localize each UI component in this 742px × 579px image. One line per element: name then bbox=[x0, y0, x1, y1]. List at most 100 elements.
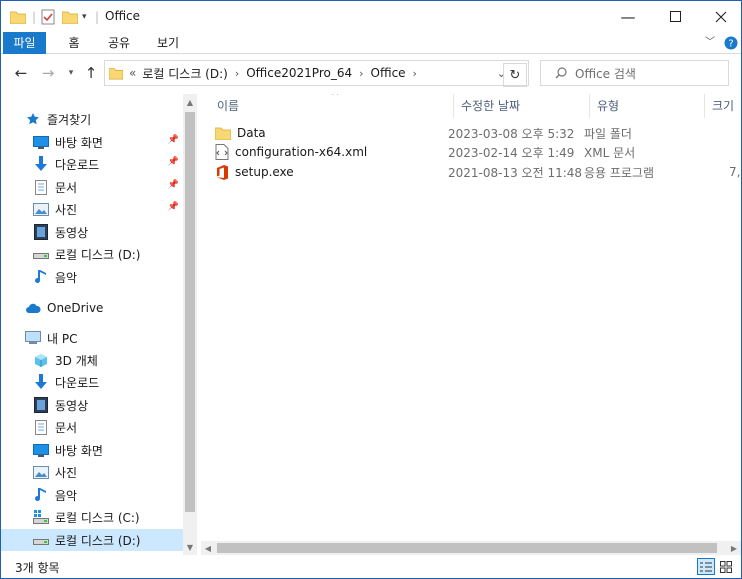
separator: | bbox=[95, 10, 100, 24]
file-name-cell[interactable]: configuration-x64.xml bbox=[215, 144, 367, 160]
nav-scrollbar[interactable]: ▲ ▼ bbox=[183, 94, 197, 555]
sidebar-item-documents[interactable]: 문서 bbox=[1, 416, 183, 438]
sidebar-item-downloads[interactable]: 다운로드 📌 bbox=[1, 153, 183, 175]
sidebar-item-videos[interactable]: 동영상 bbox=[1, 221, 183, 243]
up-arrow-icon[interactable]: ↑ bbox=[80, 62, 102, 84]
close-button[interactable] bbox=[698, 1, 741, 32]
sidebar-item-label: 로컬 디스크 (D:) bbox=[55, 533, 141, 548]
breadcrumb-overflow[interactable]: « bbox=[129, 66, 136, 80]
scroll-down-icon[interactable]: ▼ bbox=[183, 539, 197, 555]
chevron-right-icon[interactable]: › bbox=[359, 67, 363, 80]
search-input[interactable]: Office 검색 bbox=[575, 65, 636, 82]
customize-toolbar-icon[interactable]: ▾ bbox=[82, 8, 87, 26]
pin-icon[interactable]: 📌 bbox=[168, 135, 179, 145]
breadcrumb-office2021pro[interactable]: Office2021Pro_64 bbox=[246, 66, 352, 80]
sidebar-item-label: 내 PC bbox=[47, 331, 78, 346]
tab-home[interactable]: 홈 bbox=[61, 32, 87, 54]
sidebar-item-this-pc[interactable]: 내 PC bbox=[1, 327, 183, 349]
svg-text:?: ? bbox=[728, 39, 733, 50]
search-icon bbox=[555, 67, 567, 79]
sidebar-item-downloads[interactable]: 다운로드 bbox=[1, 371, 183, 393]
computer-icon bbox=[25, 330, 41, 346]
column-header-name[interactable]: 이름 bbox=[211, 94, 454, 118]
refresh-icon[interactable]: ↻ bbox=[503, 63, 527, 87]
file-name: Data bbox=[237, 126, 266, 140]
sidebar-item-videos[interactable]: 동영상 bbox=[1, 394, 183, 416]
help-icon[interactable]: ? bbox=[723, 32, 739, 54]
expand-ribbon-icon[interactable]: ﹀ bbox=[703, 32, 717, 54]
file-name: configuration-x64.xml bbox=[235, 145, 368, 159]
new-folder-icon[interactable] bbox=[62, 8, 78, 26]
recent-locations-icon[interactable]: ▾ bbox=[60, 62, 82, 84]
breadcrumb-drive-d[interactable]: 로컬 디스크 (D:) bbox=[142, 65, 227, 82]
music-icon bbox=[33, 269, 49, 285]
details-view-icon[interactable] bbox=[697, 558, 715, 575]
sidebar-item-desktop[interactable]: 바탕 화면 bbox=[1, 439, 183, 461]
windows-drive-icon bbox=[33, 509, 49, 525]
sidebar-item-label: 문서 bbox=[55, 420, 78, 435]
file-type: XML 문서 bbox=[584, 145, 636, 160]
scroll-up-icon[interactable]: ▲ bbox=[183, 94, 197, 110]
scrollbar-thumb[interactable] bbox=[185, 112, 195, 512]
sidebar-item-local-disk-d[interactable]: 로컬 디스크 (D:) bbox=[1, 243, 183, 265]
status-bar: 3개 항목 bbox=[1, 555, 741, 578]
minimize-button[interactable]: — bbox=[605, 1, 651, 32]
column-header-modified[interactable]: 수정한 날짜 bbox=[455, 94, 590, 118]
file-name-cell[interactable]: Data bbox=[215, 126, 266, 140]
office-setup-icon bbox=[215, 164, 229, 180]
sidebar-item-local-disk-d[interactable]: 로컬 디스크 (D:) bbox=[1, 529, 183, 551]
tab-share[interactable]: 공유 bbox=[102, 32, 136, 54]
sidebar-item-label: 문서 bbox=[55, 180, 78, 195]
file-type: 응용 프로그램 bbox=[584, 165, 655, 180]
file-list: ^ 이름 수정한 날짜 유형 크기 Data 2023-03-08 오후 5:3… bbox=[201, 94, 741, 541]
search-box[interactable]: Office 검색 bbox=[540, 60, 729, 86]
sidebar-item-quick-access[interactable]: 즐겨찾기 bbox=[1, 108, 183, 130]
sidebar-item-label: 사진 bbox=[55, 202, 78, 217]
sidebar-item-label: 다운로드 bbox=[55, 157, 100, 172]
maximize-button[interactable] bbox=[652, 1, 698, 32]
sidebar-item-local-disk-c[interactable]: 로컬 디스크 (C:) bbox=[1, 506, 183, 528]
sidebar-item-music[interactable]: 음악 bbox=[1, 266, 183, 288]
sidebar-item-music[interactable]: 음악 bbox=[1, 484, 183, 506]
sidebar-item-documents[interactable]: 문서 📌 bbox=[1, 176, 183, 198]
chevron-right-icon[interactable]: › bbox=[235, 67, 239, 80]
sidebar-item-label: 즐겨찾기 bbox=[47, 112, 92, 127]
sidebar-item-label: 로컬 디스크 (C:) bbox=[55, 510, 140, 525]
tab-view[interactable]: 보기 bbox=[151, 32, 185, 54]
file-type: 파일 폴더 bbox=[584, 126, 632, 141]
address-bar[interactable]: « 로컬 디스크 (D:) › Office2021Pro_64 › Offic… bbox=[104, 60, 529, 86]
tab-file[interactable]: 파일 bbox=[3, 32, 46, 54]
back-arrow-icon[interactable]: ← bbox=[10, 62, 32, 84]
sidebar-item-pictures[interactable]: 사진 📌 bbox=[1, 198, 183, 220]
breadcrumb-office[interactable]: Office bbox=[371, 66, 406, 80]
divider bbox=[528, 60, 529, 86]
folder-icon bbox=[109, 66, 123, 80]
scroll-left-icon[interactable]: ◀ bbox=[201, 540, 215, 556]
sidebar-item-onedrive[interactable]: OneDrive bbox=[1, 297, 183, 319]
scrollbar-thumb[interactable] bbox=[217, 543, 717, 553]
pin-icon[interactable]: 📌 bbox=[168, 180, 179, 190]
table-row[interactable]: setup.exe 2021-08-13 오전 11:48 응용 프로그램 7, bbox=[215, 162, 741, 182]
chevron-right-icon[interactable]: › bbox=[413, 67, 417, 80]
video-icon bbox=[33, 224, 49, 240]
ribbon: 파일 홈 공유 보기 ﹀ ? bbox=[1, 32, 741, 54]
column-header-type[interactable]: 유형 bbox=[591, 94, 705, 118]
file-name-cell[interactable]: setup.exe bbox=[215, 164, 294, 180]
pin-icon[interactable]: 📌 bbox=[168, 157, 179, 167]
sidebar-item-3d-objects[interactable]: 3D 개체 bbox=[1, 349, 183, 371]
navigation-bar: ← → ▾ ↑ « 로컬 디스크 (D:) › Office2021Pro_64… bbox=[1, 54, 741, 94]
scroll-right-icon[interactable]: ▶ bbox=[727, 540, 741, 556]
download-icon bbox=[33, 374, 49, 390]
sidebar-item-label: 바탕 화면 bbox=[55, 443, 103, 458]
sidebar-item-desktop[interactable]: 바탕 화면 📌 bbox=[1, 131, 183, 153]
forward-arrow-icon[interactable]: → bbox=[37, 62, 59, 84]
column-header-size[interactable]: 크기 bbox=[706, 94, 741, 118]
table-row[interactable]: Data 2023-03-08 오후 5:32 파일 폴더 bbox=[215, 123, 741, 143]
sidebar-item-pictures[interactable]: 사진 bbox=[1, 461, 183, 483]
large-icons-view-icon[interactable] bbox=[717, 558, 735, 575]
pin-icon[interactable]: 📌 bbox=[168, 202, 179, 212]
content-horizontal-scrollbar[interactable]: ◀ ▶ bbox=[201, 541, 741, 555]
sidebar-item-label: 로컬 디스크 (D:) bbox=[55, 247, 141, 262]
table-row[interactable]: configuration-x64.xml 2023-02-14 오후 1:49… bbox=[215, 142, 741, 162]
properties-icon[interactable] bbox=[41, 8, 55, 26]
